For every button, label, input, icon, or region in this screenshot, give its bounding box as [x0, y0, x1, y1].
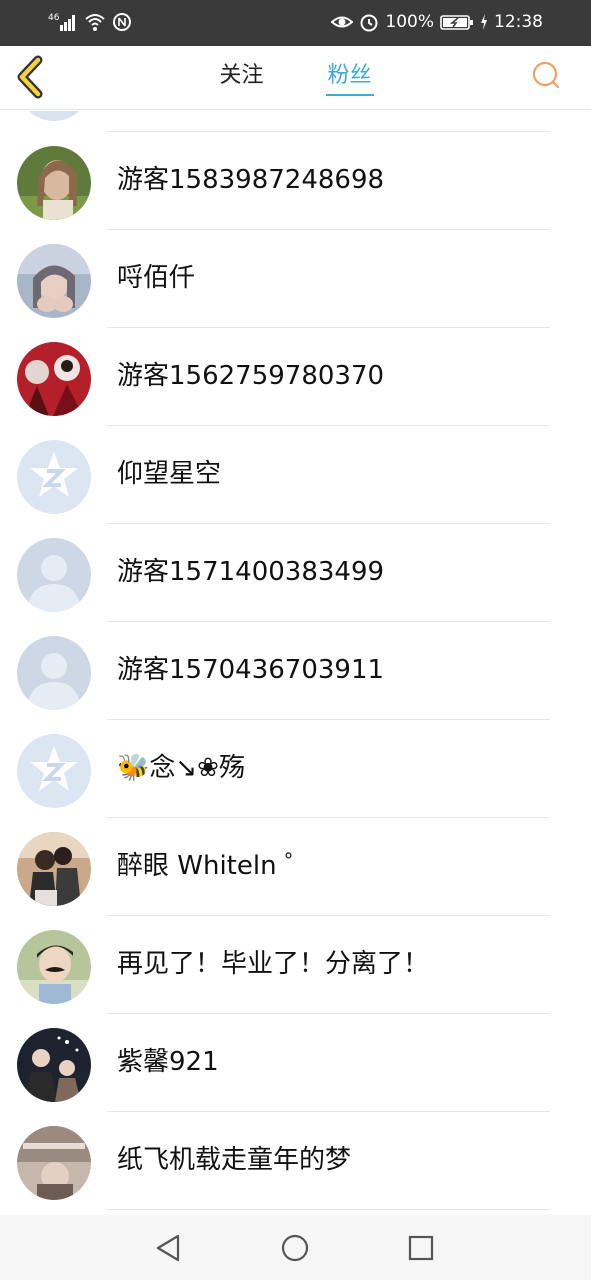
avatar [17, 538, 91, 612]
tab-followers[interactable]: 粉丝 [324, 46, 376, 110]
charging-icon [481, 14, 487, 30]
search-icon [532, 61, 560, 89]
signal-icon: 46 [48, 13, 75, 31]
list-item[interactable]: 醉眼 Whiteln ゜ [0, 818, 591, 916]
nav-back-button[interactable] [152, 1231, 186, 1265]
photo-girl-grass [17, 146, 91, 220]
battery-percent: 100% [385, 12, 434, 32]
nfc-icon [113, 13, 131, 31]
avatar [17, 440, 91, 514]
clock: 12:38 [494, 12, 543, 32]
tab-bar: 关注 粉丝 [0, 46, 591, 110]
alarm-icon [360, 14, 378, 32]
photo-girl-hands [17, 244, 91, 318]
divider [107, 1209, 550, 1210]
follower-name: 游客1571400383499 [117, 557, 385, 587]
photo-group-night [17, 1028, 91, 1102]
default-qq-avatar [17, 734, 91, 808]
photo-boy-mustache [17, 930, 91, 1004]
list-item[interactable]: 纸飞机载走童年的梦 [0, 1112, 591, 1210]
avatar [17, 636, 91, 710]
nav-home-button[interactable] [278, 1231, 312, 1265]
home-circle-icon [281, 1234, 309, 1262]
follower-name: 纸飞机载走童年的梦 [117, 1145, 352, 1175]
system-nav-bar [0, 1215, 591, 1280]
list-item[interactable]: 游客1562759780370 [0, 328, 591, 426]
avatar [17, 342, 91, 416]
eye-icon [331, 16, 354, 28]
avatar [17, 146, 91, 220]
battery-icon [440, 15, 473, 30]
search-button[interactable] [531, 60, 561, 90]
follower-name: 醉眼 Whiteln ゜ [117, 851, 311, 881]
follower-name: 紫馨921 [117, 1047, 219, 1077]
default-person-avatar [17, 636, 91, 710]
follower-name: 🐝念↘❀殇 [117, 753, 245, 783]
list-item[interactable]: 仰望星空 [0, 426, 591, 524]
default-person-avatar [17, 538, 91, 612]
avatar [17, 244, 91, 318]
follower-name: 哷佰仟 [117, 263, 196, 293]
photo-red-portrait [17, 342, 91, 416]
avatar [17, 930, 91, 1004]
list-item[interactable]: 游客1583987248698 [0, 132, 591, 230]
avatar [17, 734, 91, 808]
wifi-icon [85, 14, 105, 31]
photo-tfboys [17, 1126, 91, 1200]
avatar [17, 832, 91, 906]
default-qq-avatar [17, 440, 91, 514]
status-left: 46 [48, 11, 132, 33]
followers-list[interactable]: 游客1583987248698 哷佰仟 游客1562759780370 仰望星空… [0, 111, 591, 1215]
status-bar: 46 100% 12:38 [0, 0, 591, 46]
follower-name: 游客1583987248698 [117, 165, 385, 195]
avatar [17, 1126, 91, 1200]
follower-name: 仰望星空 [117, 459, 222, 489]
top-bar: 关注 粉丝 [0, 46, 591, 110]
list-item[interactable]: 哷佰仟 [0, 230, 591, 328]
list-item[interactable]: 紫馨921 [0, 1014, 591, 1112]
list-item-partial[interactable] [0, 111, 591, 132]
back-triangle-icon [156, 1234, 180, 1262]
svg-text:46: 46 [48, 13, 60, 23]
follower-name: 游客1562759780370 [117, 361, 385, 391]
avatar [17, 111, 91, 121]
list-item[interactable]: 再见了！毕业了！分离了！ [0, 916, 591, 1014]
nav-recents-button[interactable] [404, 1231, 438, 1265]
list-item[interactable]: 🐝念↘❀殇 [0, 720, 591, 818]
photo-couple [17, 832, 91, 906]
recents-square-icon [408, 1235, 434, 1261]
follower-name: 再见了！毕业了！分离了！ [117, 949, 430, 979]
tab-following[interactable]: 关注 [215, 46, 267, 110]
status-right: 100% 12:38 [331, 11, 543, 33]
avatar [17, 1028, 91, 1102]
list-item[interactable]: 游客1571400383499 [0, 524, 591, 622]
follower-name: 游客1570436703911 [117, 655, 385, 685]
list-item[interactable]: 游客1570436703911 [0, 622, 591, 720]
